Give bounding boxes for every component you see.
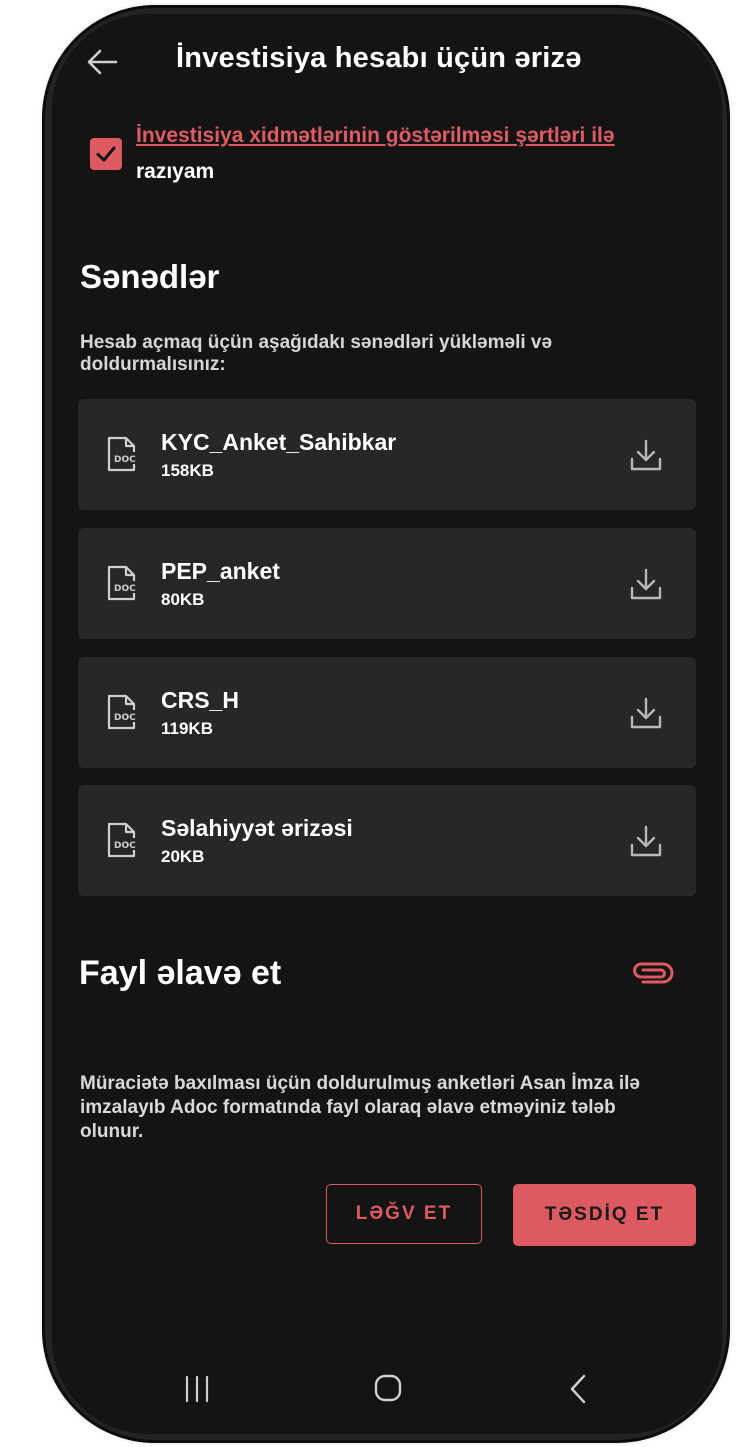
attach-file-title: Fayl əlavə et: [79, 954, 282, 992]
document-card[interactable]: DOC PEP_anket 80KB: [78, 528, 696, 639]
document-size: 158KB: [161, 461, 214, 480]
agree-label: razıyam: [136, 160, 215, 183]
agree-checkbox[interactable]: [90, 138, 122, 170]
svg-text:DOC: DOC: [114, 713, 136, 723]
document-name: KYC_Anket_Sahibkar: [161, 429, 397, 455]
cancel-button[interactable]: LƏĞV ET: [326, 1184, 482, 1244]
svg-text:DOC: DOC: [114, 841, 136, 851]
svg-text:DOC: DOC: [114, 584, 136, 594]
back-arrow-icon[interactable]: [82, 42, 122, 82]
documents-title: Sənədlər: [80, 258, 220, 295]
document-size: 80KB: [161, 590, 205, 609]
document-name: CRS_H: [161, 687, 239, 713]
app-screen: İnvestisiya hesabı üçün ərizə İnvestisiy…: [52, 14, 722, 1434]
confirm-button[interactable]: TƏSDİQ ET: [513, 1184, 696, 1246]
document-card[interactable]: DOC Səlahiyyət ərizəsi 20KB: [78, 785, 696, 896]
download-icon[interactable]: [628, 566, 664, 602]
doc-file-icon: DOC: [102, 821, 140, 859]
recent-apps-icon[interactable]: [182, 1374, 212, 1404]
home-icon[interactable]: [372, 1372, 404, 1404]
paperclip-icon[interactable]: [629, 958, 675, 988]
document-name: Səlahiyyət ərizəsi: [161, 815, 353, 841]
attach-notice: Müraciətə baxılması üçün doldurulmuş ank…: [80, 1073, 640, 1142]
check-icon: [96, 146, 116, 162]
svg-text:DOC: DOC: [114, 455, 136, 465]
page-title: İnvestisiya hesabı üçün ərizə: [176, 42, 582, 74]
download-icon[interactable]: [628, 823, 664, 859]
document-card[interactable]: DOC KYC_Anket_Sahibkar 158KB: [78, 399, 696, 510]
documents-description: Hesab açmaq üçün aşağıdakı sənədləri yük…: [80, 332, 553, 375]
doc-file-icon: DOC: [102, 435, 140, 473]
document-card[interactable]: DOC CRS_H 119KB: [78, 657, 696, 768]
system-nav-bar: [52, 1344, 722, 1434]
terms-link[interactable]: İnvestisiya xidmətlərinin göstərilməsi ş…: [136, 124, 615, 148]
doc-file-icon: DOC: [102, 564, 140, 602]
document-size: 20KB: [161, 847, 205, 866]
doc-file-icon: DOC: [102, 693, 140, 731]
download-icon[interactable]: [628, 695, 664, 731]
back-chevron-icon[interactable]: [566, 1372, 590, 1406]
document-size: 119KB: [161, 719, 213, 738]
download-icon[interactable]: [628, 437, 664, 473]
document-name: PEP_anket: [161, 558, 280, 584]
